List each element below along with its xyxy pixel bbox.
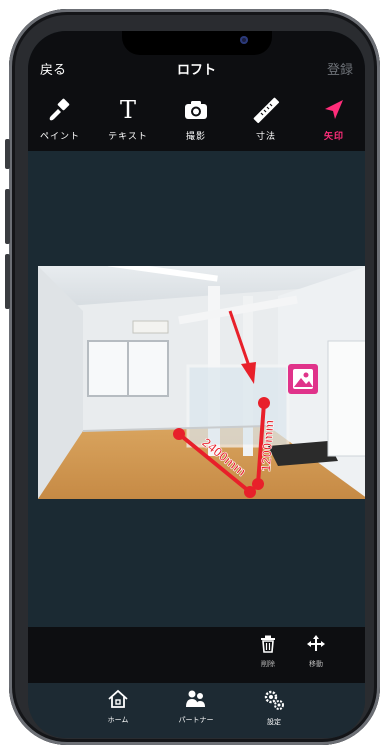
volume-up-button (5, 189, 10, 244)
room-photo[interactable]: 2400mm 1200mm (38, 266, 365, 499)
trash-icon (248, 635, 288, 657)
delete-label: 削除 (261, 660, 275, 668)
tab-bar: ホーム パートナー 設定 (28, 683, 365, 738)
move-label: 移動 (309, 660, 323, 668)
tool-bar: ペイント T テキスト 撮影 寸法 矢印 (28, 89, 365, 151)
tool-arrow-label: 矢印 (323, 132, 344, 142)
app-screen: 戻る ロフト 登録 ペイント T テキスト 撮影 寸法 矢印 2400mm 12… (28, 31, 365, 738)
tab-home-label: ホーム (107, 716, 129, 724)
notch (122, 31, 272, 55)
tab-partner-label: パートナー (178, 716, 214, 724)
brush-icon (30, 95, 90, 125)
settings-icon (244, 689, 304, 715)
register-button[interactable]: 登録 (327, 59, 353, 78)
tool-dimension[interactable]: 寸法 (236, 95, 296, 142)
tab-partner[interactable]: パートナー (166, 689, 226, 725)
editing-canvas[interactable]: 2400mm 1200mm (28, 151, 365, 627)
tool-dimension-label: 寸法 (255, 132, 276, 142)
tool-text-label: テキスト (108, 132, 148, 142)
tool-paint[interactable]: ペイント (30, 95, 90, 142)
camera-icon (166, 95, 226, 125)
tool-paint-label: ペイント (39, 132, 80, 142)
partner-icon (166, 689, 226, 713)
home-icon (88, 689, 148, 713)
tool-camera-label: 撮影 (185, 132, 206, 142)
action-bar: 削除 移動 (28, 627, 365, 683)
silent-switch (5, 139, 10, 169)
page-title: ロフト (176, 63, 216, 78)
delete-button[interactable]: 削除 (248, 635, 288, 669)
tool-text[interactable]: T テキスト (98, 95, 158, 142)
move-button[interactable]: 移動 (296, 635, 336, 669)
tab-settings[interactable]: 設定 (244, 689, 304, 727)
front-camera (240, 36, 248, 44)
image-overlay-icon[interactable] (288, 364, 318, 394)
move-icon (296, 635, 336, 657)
text-icon: T (119, 96, 136, 124)
tab-settings-label: 設定 (267, 718, 281, 726)
ruler-icon (236, 95, 296, 125)
tab-home[interactable]: ホーム (88, 689, 148, 725)
volume-down-button (5, 254, 10, 309)
tool-camera[interactable]: 撮影 (166, 95, 226, 142)
arrow-icon (304, 95, 364, 125)
tool-arrow[interactable]: 矢印 (304, 95, 364, 142)
